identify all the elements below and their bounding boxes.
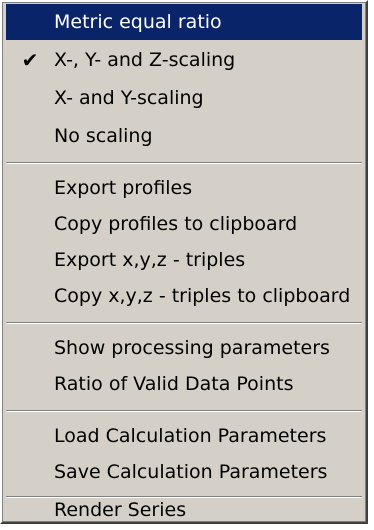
menu-item-label: No scaling: [54, 125, 153, 147]
menu-item-xyz-scaling[interactable]: ✔ X-, Y- and Z-scaling: [6, 42, 362, 78]
menu-item-xy-scaling[interactable]: X- and Y-scaling: [6, 80, 362, 116]
menu-item-label: Export x,y,z - triples: [54, 249, 246, 271]
menu-item-copy-triples[interactable]: Copy x,y,z - triples to clipboard: [6, 278, 362, 314]
menu-item-no-scaling[interactable]: No scaling: [6, 118, 362, 154]
menu-item-label: Copy x,y,z - triples to clipboard: [54, 285, 351, 307]
menu-item-metric-equal-ratio[interactable]: Metric equal ratio: [6, 4, 362, 40]
menu-item-label: Render Series: [54, 499, 187, 521]
menu-separator: [6, 162, 362, 164]
menu-item-export-triples[interactable]: Export x,y,z - triples: [6, 242, 362, 278]
menu-item-label: X-, Y- and Z-scaling: [54, 49, 236, 71]
menu-item-load-calculation-parameters[interactable]: Load Calculation Parameters: [6, 418, 362, 454]
menu-item-label: Load Calculation Parameters: [54, 425, 327, 447]
checkmark-icon: ✔: [21, 48, 39, 72]
menu-item-label: Export profiles: [54, 177, 193, 199]
menu-item-ratio-valid-points[interactable]: Ratio of Valid Data Points: [6, 366, 362, 402]
menu-item-label: Ratio of Valid Data Points: [54, 373, 294, 395]
menu-item-show-processing-parameters[interactable]: Show processing parameters: [6, 330, 362, 366]
menu-separator: [6, 496, 362, 498]
menu-item-copy-profiles[interactable]: Copy profiles to clipboard: [6, 206, 362, 242]
menu-item-label: Save Calculation Parameters: [54, 461, 328, 483]
menu-item-export-profiles[interactable]: Export profiles: [6, 170, 362, 206]
menu-item-render-series[interactable]: Render Series: [6, 500, 362, 520]
menu-separator: [6, 410, 362, 412]
menu-item-label: Show processing parameters: [54, 337, 330, 359]
menu-separator: [6, 322, 362, 324]
menu-item-save-calculation-parameters[interactable]: Save Calculation Parameters: [6, 454, 362, 490]
menu-item-label: X- and Y-scaling: [54, 87, 204, 109]
menu-item-label: Copy profiles to clipboard: [54, 213, 298, 235]
menu-item-label: Metric equal ratio: [54, 11, 222, 33]
context-menu: Metric equal ratio ✔ X-, Y- and Z-scalin…: [0, 0, 368, 524]
